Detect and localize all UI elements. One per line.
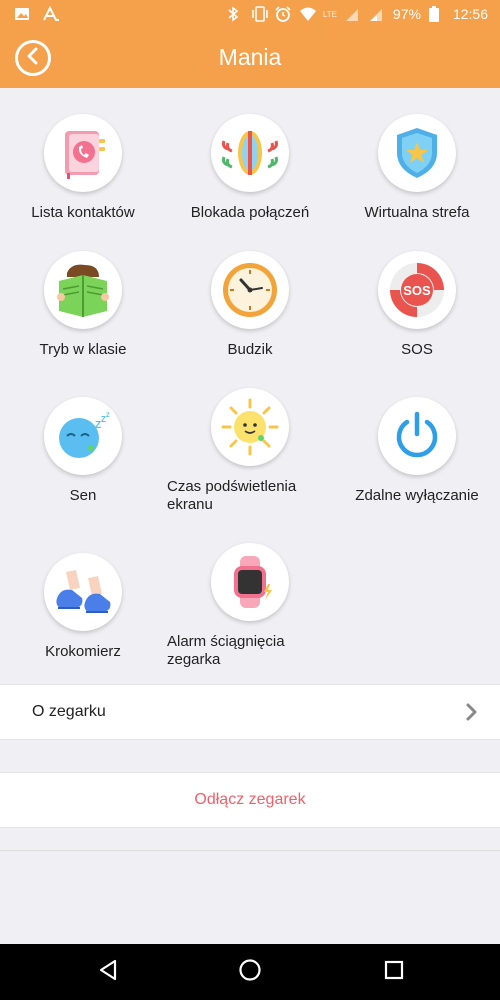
feature-label: Budzik bbox=[227, 341, 273, 358]
feature-label: Czas podświetlenia ekranu bbox=[167, 478, 297, 513]
nav-recents-button[interactable] bbox=[380, 958, 408, 986]
page-title: Mania bbox=[218, 44, 282, 70]
svg-text:Z: Z bbox=[106, 413, 110, 419]
signal-icon bbox=[369, 6, 385, 22]
feature-label: Alarm ściągnięcia zegarka bbox=[167, 633, 285, 668]
alarm-clock-icon bbox=[211, 251, 289, 329]
feature-label: Krokomierz bbox=[45, 643, 121, 660]
feature-label: SOS bbox=[401, 341, 433, 358]
reading-boy-icon bbox=[44, 251, 122, 329]
alarm-icon bbox=[275, 6, 291, 22]
battery-percent: 97% bbox=[392, 6, 421, 22]
feature-label: Tryb w klasie bbox=[39, 341, 127, 358]
feature-label: Zdalne wyłączanie bbox=[355, 487, 479, 504]
disconnect-watch-label: Odłącz zegarek bbox=[194, 791, 306, 808]
about-watch-label: O zegarku bbox=[32, 703, 106, 720]
clock: 12:56 bbox=[452, 6, 488, 22]
navigation-bar bbox=[0, 944, 500, 1000]
sos-lifebuoy-icon: SOS bbox=[378, 251, 456, 329]
text-a-icon bbox=[42, 5, 59, 22]
image-icon bbox=[14, 6, 30, 22]
nav-back-button[interactable] bbox=[94, 958, 122, 986]
feature-label: Blokada połączeń bbox=[190, 204, 310, 221]
feature-label: Sen bbox=[69, 487, 97, 504]
shield-star-icon bbox=[378, 114, 456, 192]
watch-alarm-icon bbox=[211, 543, 289, 621]
square-recents-icon bbox=[383, 959, 405, 986]
sleep-face-icon: Z Z Z bbox=[44, 397, 122, 475]
call-block-icon bbox=[211, 114, 289, 192]
svg-text:SOS: SOS bbox=[403, 283, 431, 298]
vibrate-icon bbox=[251, 6, 268, 22]
status-bar: LTE 97% 12:56 bbox=[0, 0, 500, 30]
disconnect-watch-button[interactable]: Odłącz zegarek bbox=[0, 772, 500, 828]
signal-lte-icon bbox=[345, 6, 361, 22]
lte-label: LTE bbox=[322, 9, 337, 19]
circle-home-icon bbox=[238, 958, 262, 987]
sun-face-icon bbox=[211, 388, 289, 466]
triangle-back-icon bbox=[97, 959, 119, 986]
divider bbox=[0, 850, 500, 851]
battery-icon bbox=[428, 6, 445, 22]
chevron-right-icon bbox=[466, 703, 478, 726]
feature-label: Wirtualna strefa bbox=[364, 204, 470, 221]
power-icon bbox=[378, 397, 456, 475]
app-bar: Mania bbox=[0, 30, 500, 88]
shoes-icon bbox=[44, 553, 122, 631]
feature-label: Lista kontaktów bbox=[31, 204, 135, 221]
bluetooth-icon bbox=[227, 6, 243, 22]
about-watch-row[interactable]: O zegarku bbox=[0, 684, 500, 740]
contacts-book-icon bbox=[44, 114, 122, 192]
nav-home-button[interactable] bbox=[236, 958, 264, 986]
wifi-icon bbox=[299, 6, 316, 22]
